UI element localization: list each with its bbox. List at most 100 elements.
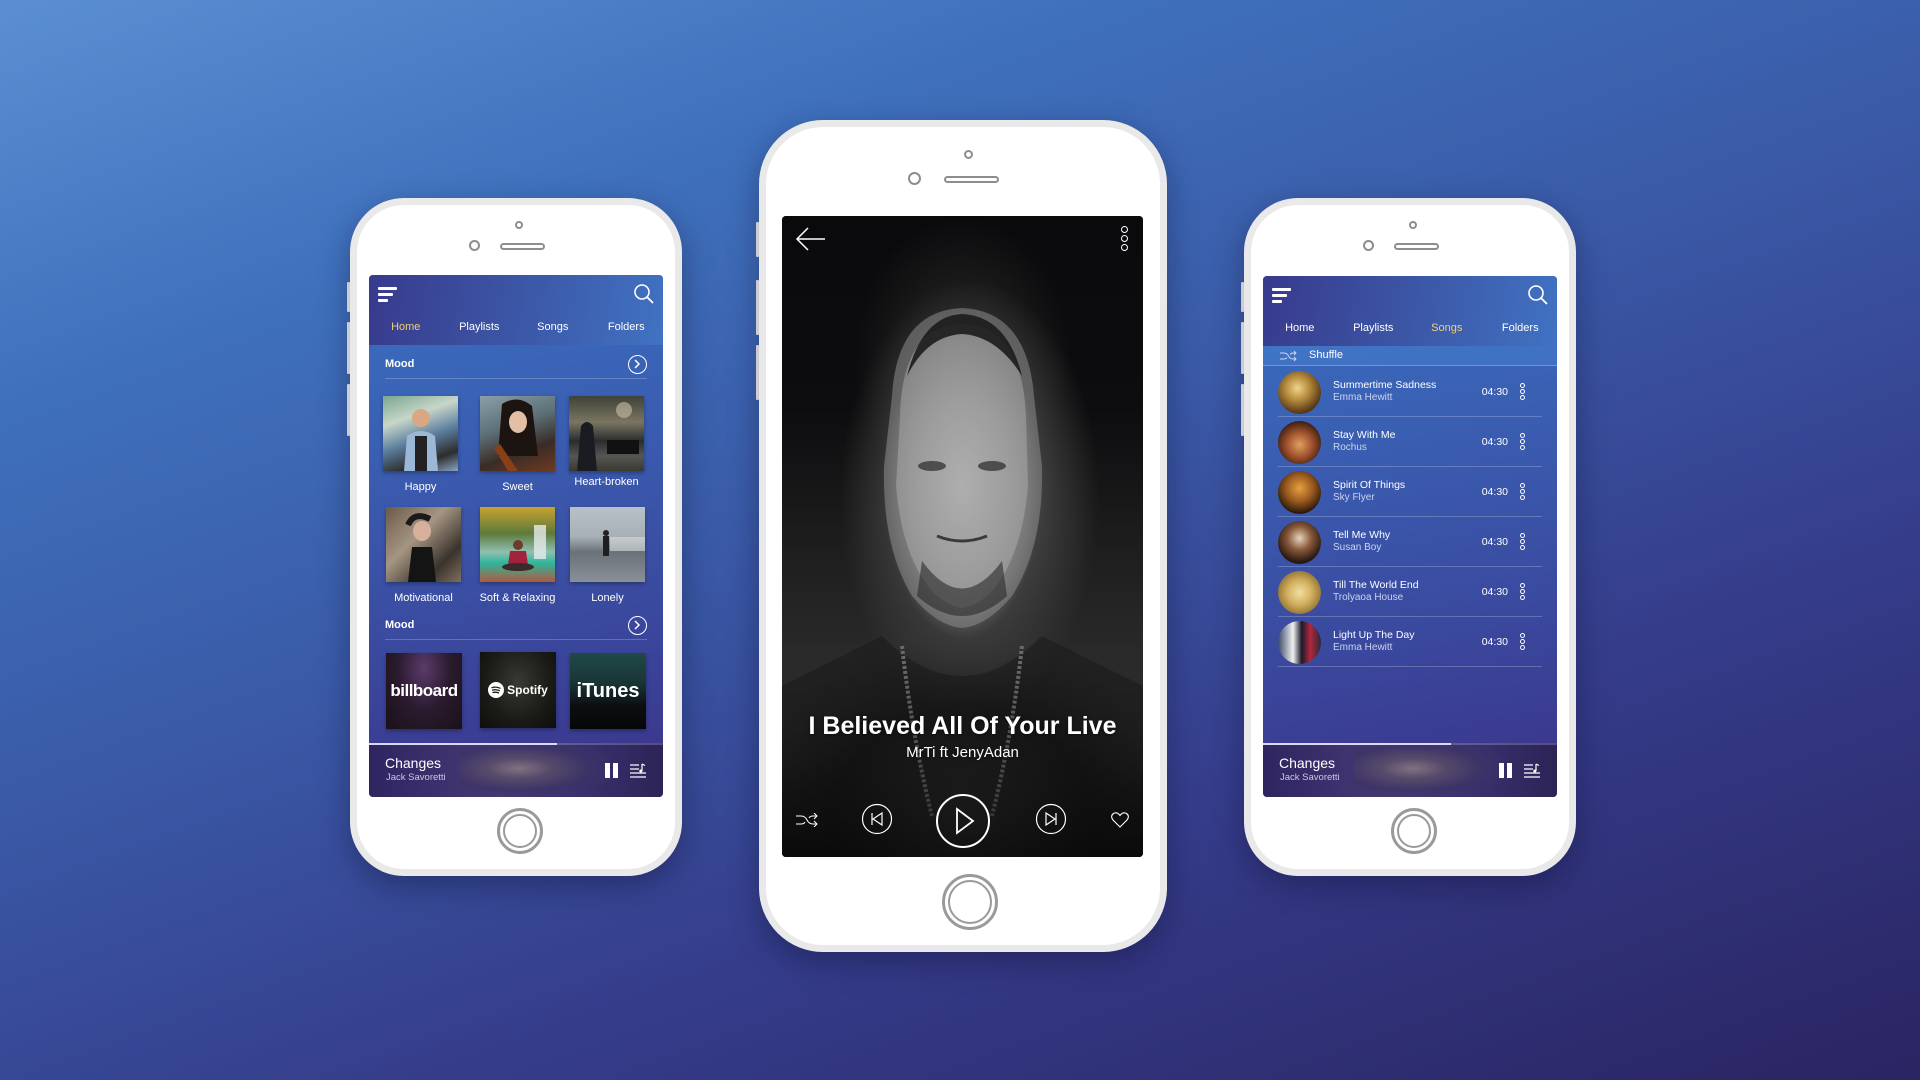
spotify-label: Spotify: [507, 683, 548, 697]
tab-playlists[interactable]: Playlists: [443, 321, 517, 339]
song-title: Summertime Sadness: [1333, 379, 1437, 391]
back-arrow-icon[interactable]: [794, 226, 826, 252]
search-icon[interactable]: [633, 283, 655, 305]
more-options-icon[interactable]: [1121, 226, 1129, 256]
mood-tile-happy[interactable]: [383, 396, 458, 471]
song-artist: Susan Boy: [1333, 542, 1382, 553]
song-list-item[interactable]: Stay With Me Rochus 04:30: [1278, 417, 1542, 467]
song-list-item[interactable]: Spirit Of Things Sky Flyer 04:30: [1278, 467, 1542, 517]
song-list-item[interactable]: Summertime Sadness Emma Hewitt 04:30: [1278, 367, 1542, 417]
shuffle-all-button[interactable]: Shuffle: [1263, 346, 1557, 366]
menu-icon[interactable]: [1272, 288, 1292, 304]
person-on-pier-photo: [603, 530, 645, 556]
service-tile-billboard[interactable]: billboard: [386, 653, 462, 729]
play-icon[interactable]: [935, 793, 991, 849]
nav-tabs: Home Playlists Songs Folders: [1263, 322, 1557, 340]
now-playing-title: I Believed All Of Your Live: [808, 712, 1117, 740]
song-list-item[interactable]: Tell Me Why Susan Boy 04:30: [1278, 517, 1542, 567]
home-button[interactable]: [497, 808, 543, 854]
song-artwork: [1278, 571, 1321, 614]
home-button[interactable]: [942, 874, 998, 930]
song-more-options-icon[interactable]: [1520, 583, 1526, 601]
song-title: Stay With Me: [1333, 429, 1396, 441]
tab-playlists[interactable]: Playlists: [1337, 322, 1411, 340]
song-more-options-icon[interactable]: [1520, 533, 1526, 551]
mood-tile-label: Lonely: [591, 592, 624, 604]
tab-home[interactable]: Home: [369, 321, 443, 339]
chevron-right-circle-icon[interactable]: [628, 355, 647, 374]
shuffle-label: Shuffle: [1309, 349, 1344, 361]
woman-with-violin-photo: [494, 399, 538, 471]
front-camera: [515, 221, 523, 229]
player-screen: I Believed All Of Your Live MrTi ft Jeny…: [782, 216, 1143, 857]
song-list-item[interactable]: Light Up The Day Emma Hewitt 04:30: [1278, 617, 1542, 667]
song-artist: Rochus: [1333, 442, 1367, 453]
song-duration: 04:30: [1481, 536, 1508, 548]
home-button[interactable]: [1391, 808, 1437, 854]
shuffle-icon[interactable]: [796, 813, 818, 827]
song-artist: Sky Flyer: [1333, 492, 1375, 503]
tab-folders[interactable]: Folders: [590, 321, 664, 339]
song-artwork: [1278, 421, 1321, 464]
song-title: Tell Me Why: [1333, 529, 1391, 541]
man-with-headphones-photo: [404, 409, 438, 471]
song-artwork: [1278, 371, 1321, 414]
search-icon[interactable]: [1527, 284, 1549, 306]
tab-home[interactable]: Home: [1263, 322, 1337, 340]
mini-player[interactable]: Changes Jack Savoretti: [369, 743, 663, 797]
violinist-by-piano-photo: [577, 402, 639, 471]
song-duration: 04:30: [1481, 586, 1508, 598]
service-tile-itunes[interactable]: iTunes: [570, 653, 646, 729]
previous-icon[interactable]: [861, 803, 893, 835]
tab-songs[interactable]: Songs: [516, 321, 590, 339]
spotify-logo-icon: [488, 682, 505, 698]
tab-folders[interactable]: Folders: [1484, 322, 1558, 340]
mood-tile-heart-broken[interactable]: [569, 396, 644, 471]
song-artist: Trolyaoa House: [1333, 592, 1404, 603]
mood-tile-lonely[interactable]: [570, 507, 645, 582]
earpiece-speaker: [500, 243, 545, 250]
mini-player[interactable]: Changes Jack Savoretti: [1263, 743, 1557, 797]
section-title: Mood: [385, 358, 415, 370]
song-artist: Emma Hewitt: [1333, 392, 1393, 403]
mood-tile-soft-relaxing[interactable]: [480, 507, 555, 582]
heart-icon[interactable]: [1111, 812, 1129, 828]
home-screen: Home Playlists Songs Folders Mood Happy …: [369, 275, 663, 797]
mood-tile-label: Soft & Relaxing: [479, 592, 556, 604]
app-header: Home Playlists Songs Folders: [1263, 276, 1557, 346]
song-duration: 04:30: [1481, 636, 1508, 648]
song-artwork: [1278, 471, 1321, 514]
section-title: Mood: [385, 619, 415, 631]
mood-tile-sweet[interactable]: [480, 396, 555, 471]
song-title: Light Up The Day: [1333, 629, 1415, 641]
meditation-waterfall-photo: [502, 525, 546, 571]
chevron-right-circle-icon[interactable]: [628, 616, 647, 635]
next-icon[interactable]: [1035, 803, 1067, 835]
mood-tile-motivational[interactable]: [386, 507, 461, 582]
nav-tabs: Home Playlists Songs Folders: [369, 321, 663, 339]
song-more-options-icon[interactable]: [1520, 383, 1526, 401]
mood-tile-label: Happy: [404, 481, 437, 493]
tab-songs[interactable]: Songs: [1410, 322, 1484, 340]
song-more-options-icon[interactable]: [1520, 433, 1526, 451]
song-list-item[interactable]: Till The World End Trolyaoa House 04:30: [1278, 567, 1542, 617]
pause-icon[interactable]: [1499, 763, 1513, 778]
songs-screen: Home Playlists Songs Folders Shuffle Sum…: [1263, 276, 1557, 797]
song-title: Till The World End: [1333, 579, 1419, 591]
queue-icon[interactable]: [630, 763, 646, 778]
song-more-options-icon[interactable]: [1520, 483, 1526, 501]
progress-bar[interactable]: [369, 743, 558, 745]
menu-icon[interactable]: [378, 287, 398, 303]
itunes-label: iTunes: [576, 679, 640, 702]
mini-player-artist: Jack Savoretti: [386, 772, 446, 783]
pause-icon[interactable]: [605, 763, 619, 778]
app-header: Home Playlists Songs Folders: [369, 275, 663, 345]
mini-player-artwork: [1353, 745, 1503, 797]
section-header-mood: Mood: [385, 351, 647, 379]
phone-player: I Believed All Of Your Live MrTi ft Jeny…: [759, 120, 1167, 952]
service-tile-spotify[interactable]: Spotify: [480, 652, 556, 728]
queue-icon[interactable]: [1524, 763, 1540, 778]
progress-bar[interactable]: [1263, 743, 1452, 745]
song-duration: 04:30: [1481, 386, 1508, 398]
song-more-options-icon[interactable]: [1520, 633, 1526, 651]
